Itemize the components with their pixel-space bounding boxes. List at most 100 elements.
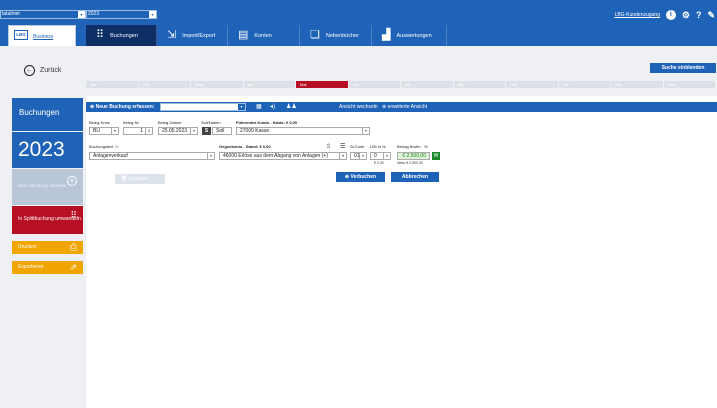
year-select[interactable]: 2023 ▾	[86, 10, 157, 19]
gear-icon[interactable]: ⚙	[682, 10, 690, 20]
label-stcode: St.Code	[350, 144, 365, 149]
soll-badge[interactable]: S	[202, 127, 211, 135]
tab-buchungen[interactable]: ⠿ Buchungen	[86, 25, 157, 46]
info-icon[interactable]: i	[665, 10, 676, 20]
users-icon[interactable]: ♟♟	[286, 103, 297, 110]
delete-button[interactable]: 🗑 Löschen	[115, 174, 165, 184]
cancel-button[interactable]: Abbrechen	[391, 172, 439, 182]
tab-label: Buchungen	[110, 32, 138, 39]
form-header: ⊕ Neue Buchung erfassen: ▾ ▦ ◂) ♟♟ Ansic…	[86, 102, 717, 112]
month-märz[interactable]: März	[191, 81, 243, 88]
month-nov[interactable]: Nov	[611, 81, 663, 88]
belegdatum-input[interactable]: 25.05.2023 ▾	[158, 127, 198, 135]
calculator-icon[interactable]: ▦	[256, 103, 262, 110]
label-belegnr: Beleg-Nr	[123, 120, 139, 125]
stepper-icon[interactable]: ⇕	[145, 128, 152, 134]
split-icon: ⠿	[96, 29, 105, 41]
export-button[interactable]: Exportieren ⇗	[12, 261, 83, 274]
toggle-view-link[interactable]: Ansicht wechseln	[339, 104, 378, 110]
chevron-down-icon: ▾	[111, 128, 118, 134]
tab-label: Import/Export	[182, 32, 216, 39]
bell-icon[interactable]: ✎	[707, 10, 715, 20]
extended-view-link[interactable]: ⊕ erweiterte Ansicht	[382, 104, 427, 110]
chevron-down-icon: ▾	[149, 11, 156, 18]
belegnr-input[interactable]: 1 ⇕	[123, 127, 153, 135]
tab-auswertungen[interactable]: ▟ Auswertungen	[372, 25, 447, 46]
book-button[interactable]: ⊕ Verbuchen	[336, 172, 385, 182]
accounts-icon: ▤	[238, 29, 249, 41]
haben-badge[interactable]: H	[432, 152, 440, 160]
chevron-down-icon: ▾	[359, 153, 366, 159]
month-dez[interactable]: Dez	[663, 81, 715, 88]
export-icon: ⇗	[69, 262, 77, 272]
belegkreis-value: BU	[93, 128, 100, 134]
split-icon: ⠿	[70, 210, 77, 220]
upload-icon[interactable]: ⇫	[326, 143, 331, 150]
tab-import-export[interactable]: ⇲ Import/Export	[157, 25, 228, 46]
extended-view-label: erweiterte Ansicht	[387, 104, 428, 110]
label-betrag: Betrag Brutto	[397, 144, 421, 149]
printer-icon: ⎙	[69, 242, 77, 252]
kundenzugang-link[interactable]: LBG-Kundenzugang	[615, 12, 660, 18]
sound-icon[interactable]: ◂)	[270, 103, 275, 110]
buchungstext-value: Anlagenverkauf	[93, 153, 128, 159]
booking-form-area: ⊕ Neue Buchung erfassen: ▾ ▦ ◂) ♟♟ Ansic…	[86, 96, 717, 408]
form-title-label: Neue Buchung erfassen:	[95, 104, 155, 110]
month-apr[interactable]: Apr	[243, 81, 295, 88]
tab-nebenbuecher[interactable]: ❏ Nebenbücher	[300, 25, 372, 46]
month-jun[interactable]: Jun	[348, 81, 400, 88]
template-select[interactable]: ▾	[160, 103, 246, 111]
betrag-input[interactable]: € 2.500,00	[397, 152, 430, 160]
plus-icon: +	[67, 176, 77, 186]
search-toggle-button[interactable]: Suche einblenden	[650, 63, 716, 73]
list-icon[interactable]: ☰	[340, 143, 345, 150]
print-button[interactable]: Drucken ⎙	[12, 241, 83, 254]
ust-amount: € 0,00	[374, 161, 384, 165]
belegkreis-select[interactable]: BU ▾	[89, 127, 119, 135]
chevron-down-icon: ▾	[339, 153, 346, 159]
plus-circle-icon: ⊕	[344, 174, 350, 180]
stcode-select[interactable]: 01 ▾	[350, 152, 367, 160]
month-feb[interactable]: Feb	[138, 81, 190, 88]
split-booking-button[interactable]: In Splittbuchung umwandeln ⠿	[12, 206, 83, 234]
month-strip: Jan Feb März Apr Mai Jun Jul Aug Sep Okt Nov Dez	[86, 81, 715, 88]
month-okt[interactable]: Okt	[558, 81, 610, 88]
fuehrendes-konto-select[interactable]: 27000 Kasse ▾	[236, 127, 370, 135]
buchungstext-input[interactable]: Anlagenverkauf ▾	[89, 152, 215, 160]
gegenkonto-select[interactable]: 46000 Erlöse aus dem Abgang von Anlagen …	[219, 152, 347, 160]
logo-text: Business	[33, 34, 54, 40]
soll-field[interactable]: Soll	[212, 127, 232, 135]
logo: LBG	[14, 30, 28, 40]
month-jan[interactable]: Jan	[86, 81, 138, 88]
book-label: Verbuchen	[350, 174, 377, 180]
form-title: ⊕ Neue Buchung erfassen:	[90, 104, 155, 110]
back-button[interactable]: ← Zurück	[24, 65, 61, 76]
percent-icon[interactable]: %	[424, 144, 428, 149]
main-nav: LBG Business ⠿ Buchungen ⇲ Import/Export…	[0, 22, 717, 46]
new-booking-button[interactable]: Neue Buchung erfassen +	[12, 169, 83, 205]
chevron-down-icon: ▾	[207, 153, 214, 159]
month-sep[interactable]: Sep	[506, 81, 558, 88]
month-mai[interactable]: Mai	[296, 81, 348, 88]
tab-konten[interactable]: ▤ Konten	[228, 25, 300, 46]
ust-select[interactable]: 0 ▾	[370, 152, 391, 160]
month-jul[interactable]: Jul	[401, 81, 453, 88]
top-bar: tatalmer ▾ 2023 ▾ LBG-Kundenzugang i ⚙ ?…	[0, 0, 717, 22]
ust-value: 0	[374, 153, 377, 159]
label-belegkreis: Beleg-Kreis	[89, 120, 110, 125]
logo-tab[interactable]: LBG Business	[8, 25, 76, 46]
left-panel: Buchungen 2023 Neue Buchung erfassen + I…	[0, 96, 86, 408]
label-buchungstext-text: Buchungstext	[89, 144, 114, 149]
label-fuehrendes-konto: Führendes Konto - Saldo: € 0,00	[236, 120, 298, 125]
label-sollhaben: Soll/Haben	[201, 120, 221, 125]
label-gegenkonto: Gegenkonto - Stand: € 0,00	[219, 144, 271, 149]
sub-bar: ← Zurück Suche einblenden Jan Feb März Apr M…	[0, 46, 717, 96]
top-right-tools: LBG-Kundenzugang i ⚙ ? ✎	[615, 10, 715, 20]
mandant-select[interactable]: tatalmer ▾	[0, 10, 86, 19]
help-icon[interactable]: ?	[696, 10, 702, 20]
belegdatum-value: 25.05.2023	[162, 128, 188, 134]
month-aug[interactable]: Aug	[453, 81, 505, 88]
trash-icon: 🗑	[121, 176, 128, 182]
chevron-down-icon: ▾	[190, 128, 197, 134]
export-label: Exportieren	[18, 264, 44, 270]
